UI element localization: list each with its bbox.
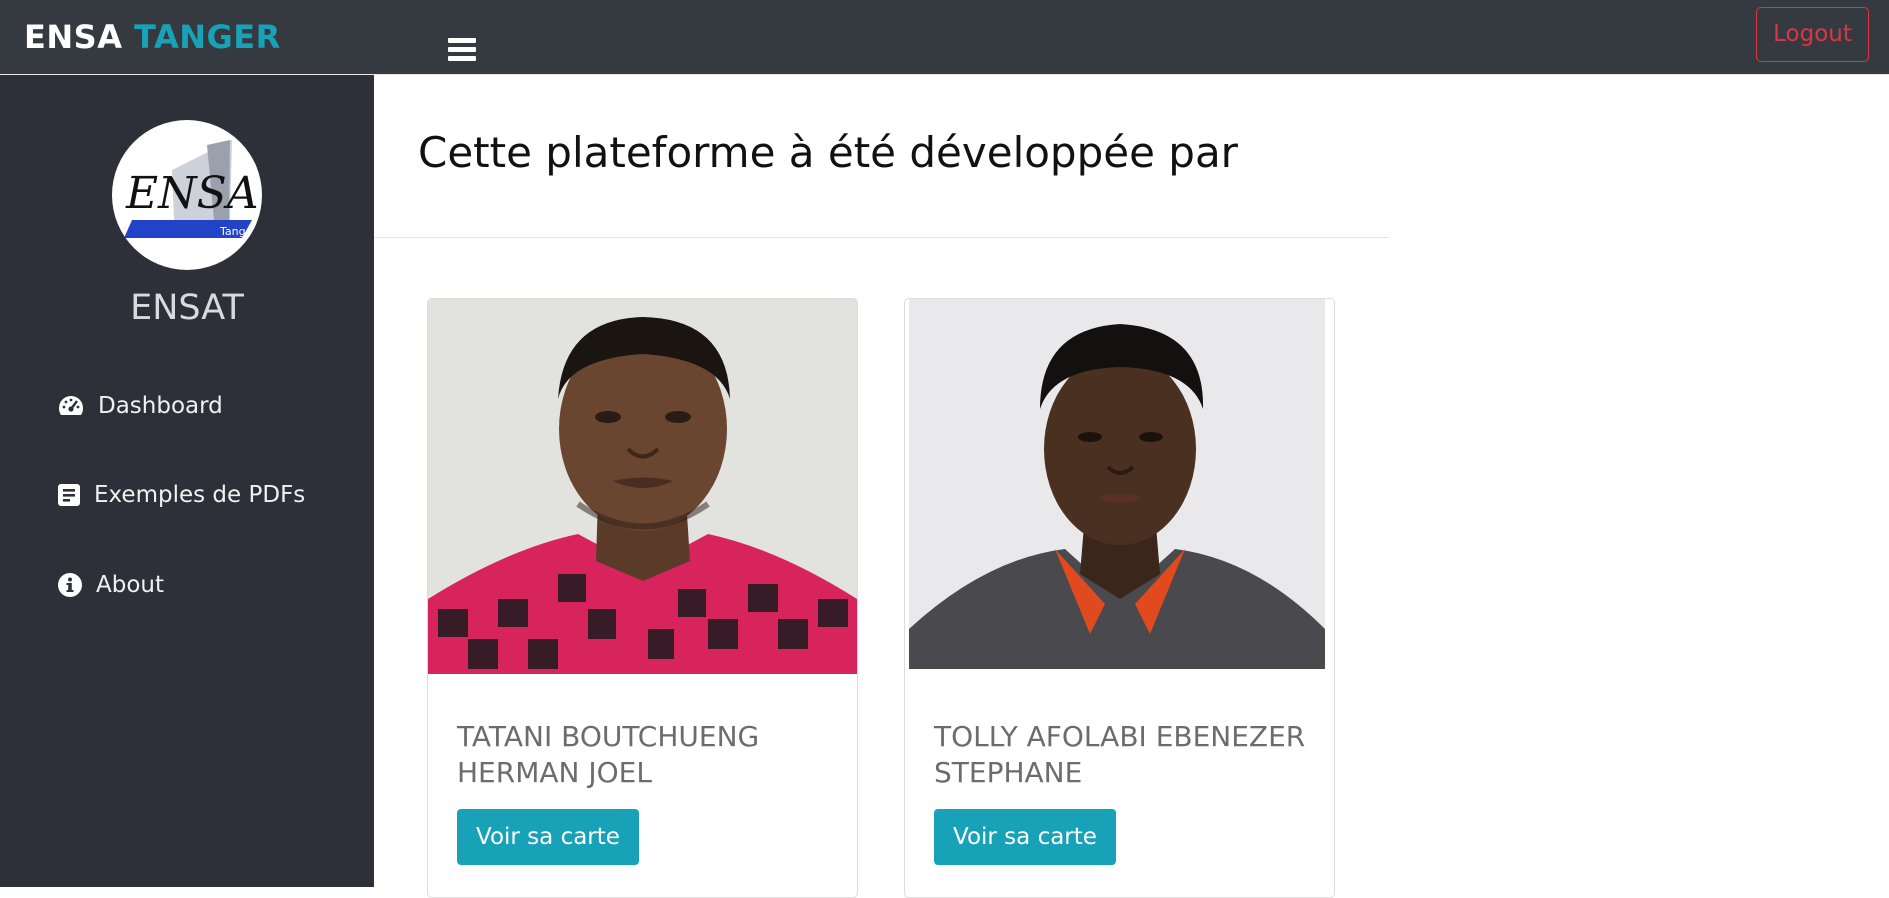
brand-part1: ENSA — [24, 18, 123, 56]
speedometer-icon — [58, 395, 84, 417]
sidebar-item-label: About — [96, 572, 165, 598]
sidebar: ENSA Tanger ENSAT Dashboard Exemples de … — [0, 75, 374, 887]
ensa-logo: ENSA Tanger — [112, 120, 262, 270]
view-card-button[interactable]: Voir sa carte — [934, 809, 1116, 865]
sidebar-title: ENSAT — [130, 288, 244, 328]
developer-card: TATANI BOUTCHUENG HERMAN JOEL Voir sa ca… — [427, 298, 858, 898]
developer-name: TOLLY AFOLABI EBENEZER STEPHANE — [934, 720, 1306, 789]
logo-subtext: Tanger — [219, 225, 257, 238]
brand-logo[interactable]: ENSA TANGER — [24, 18, 281, 56]
sidebar-item-label: Exemples de PDFs — [94, 482, 306, 508]
sidebar-item-about[interactable]: About — [58, 565, 164, 605]
developer-name: TATANI BOUTCHUENG HERMAN JOEL — [457, 720, 760, 789]
top-navbar: ENSA TANGER Logout — [0, 0, 1889, 75]
view-card-button[interactable]: Voir sa carte — [457, 809, 639, 865]
sidebar-item-pdfs[interactable]: Exemples de PDFs — [58, 475, 305, 515]
logout-button[interactable]: Logout — [1756, 7, 1869, 62]
developer-photo — [905, 299, 1334, 674]
divider — [374, 237, 1389, 238]
developer-card: TOLLY AFOLABI EBENEZER STEPHANE Voir sa … — [904, 298, 1335, 898]
hamburger-icon[interactable] — [448, 38, 476, 62]
logo-text: ENSA — [125, 168, 259, 219]
sidebar-item-dashboard[interactable]: Dashboard — [58, 386, 223, 426]
info-icon — [58, 573, 82, 597]
brand-part2: TANGER — [134, 18, 281, 56]
developer-photo — [428, 299, 857, 674]
page-title: Cette plateforme à été développée par — [418, 128, 1238, 177]
sidebar-item-label: Dashboard — [98, 393, 223, 419]
document-icon — [58, 484, 80, 506]
